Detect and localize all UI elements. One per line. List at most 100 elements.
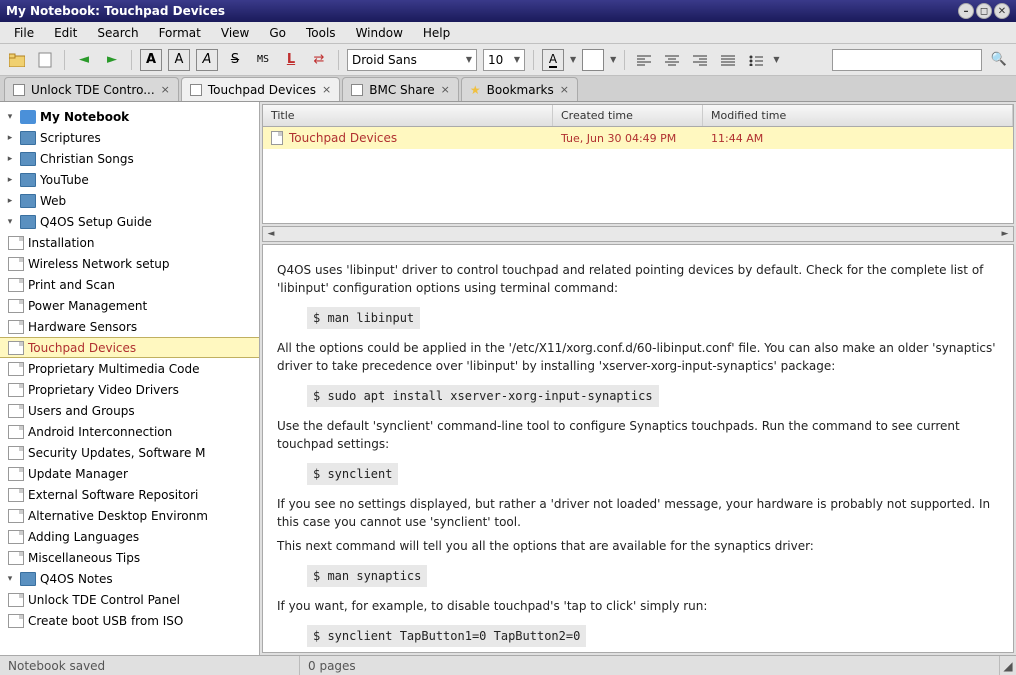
tree-folder[interactable]: ▸ Christian Songs (0, 148, 259, 169)
collapse-icon[interactable]: ▾ (4, 574, 16, 584)
menu-go[interactable]: Go (259, 24, 296, 42)
tree-page[interactable]: Print and Scan (0, 274, 259, 295)
menu-tools[interactable]: Tools (296, 24, 346, 42)
tree-page[interactable]: Wireless Network setup (0, 253, 259, 274)
tree-folder[interactable]: ▸YouTube (0, 169, 259, 190)
align-center-button[interactable] (661, 49, 683, 71)
menu-help[interactable]: Help (413, 24, 460, 42)
status-mid: 0 pages (300, 656, 1000, 675)
doc-paragraph: Use the default 'synclient' command-line… (277, 417, 999, 453)
expand-icon[interactable]: ▸ (4, 196, 16, 206)
tree-page[interactable]: Security Updates, Software M (0, 442, 259, 463)
tab-unlock-tde[interactable]: Unlock TDE Contro... × (4, 77, 179, 101)
close-icon[interactable]: × (441, 83, 450, 96)
tree-page[interactable]: Touchpad Devices (0, 337, 259, 358)
font-color-button[interactable]: A (542, 49, 564, 71)
tree-page[interactable]: Proprietary Video Drivers (0, 379, 259, 400)
tree-page[interactable]: Miscellaneous Tips (0, 547, 259, 568)
tree-folder[interactable]: ▸Web (0, 190, 259, 211)
tree-page[interactable]: Android Interconnection (0, 421, 259, 442)
tab-bookmarks[interactable]: ★ Bookmarks × (461, 77, 578, 101)
highlight-button[interactable]: L (280, 49, 302, 71)
separator (533, 50, 534, 70)
tree-root[interactable]: ▾ My Notebook (0, 106, 259, 127)
list-dropdown[interactable]: ▼ (773, 55, 779, 64)
align-justify-button[interactable] (717, 49, 739, 71)
scroll-right-icon[interactable]: ► (997, 229, 1013, 239)
font-a2-button[interactable]: A (168, 49, 190, 71)
search-icon[interactable]: 🔍 (988, 49, 1010, 71)
folder-icon (20, 572, 36, 586)
collapse-icon[interactable]: ▾ (4, 217, 16, 227)
monospace-button[interactable]: MS (252, 49, 274, 71)
new-folder-button[interactable] (6, 49, 28, 71)
expand-icon[interactable]: ▸ (4, 133, 16, 143)
menu-format[interactable]: Format (149, 24, 211, 42)
horizontal-scrollbar[interactable]: ◄ ► (262, 226, 1014, 242)
col-title[interactable]: Title (263, 105, 553, 126)
tree-page[interactable]: Update Manager (0, 463, 259, 484)
col-created[interactable]: Created time (553, 105, 703, 126)
tree-page[interactable]: Adding Languages (0, 526, 259, 547)
tree-page[interactable]: Create boot USB from ISO (0, 610, 259, 631)
expand-icon[interactable]: ▸ (4, 175, 16, 185)
tab-bmc-share[interactable]: BMC Share × (342, 77, 459, 101)
expand-icon[interactable]: ▸ (4, 154, 16, 164)
list-row[interactable]: Touchpad Devices Tue, Jun 30 04:49 PM 11… (263, 127, 1013, 149)
tree-label: Android Interconnection (28, 425, 172, 439)
tree-label: Installation (28, 236, 94, 250)
tab-touchpad-devices[interactable]: Touchpad Devices × (181, 77, 340, 101)
close-icon[interactable]: × (322, 83, 331, 96)
collapse-icon[interactable]: ▾ (4, 112, 16, 122)
close-button[interactable]: ✕ (994, 3, 1010, 19)
bg-color-button[interactable] (582, 49, 604, 71)
tree-page[interactable]: External Software Repositori (0, 484, 259, 505)
col-modified[interactable]: Modified time (703, 105, 1013, 126)
page-icon (271, 131, 283, 145)
align-left-button[interactable] (633, 49, 655, 71)
sidebar-tree[interactable]: ▾ My Notebook ▸ Scriptures ▸ Christian Song… (0, 102, 260, 655)
font-a3-button[interactable]: A (196, 49, 218, 71)
clear-format-button[interactable]: ⇄ (308, 49, 330, 71)
menu-window[interactable]: Window (346, 24, 413, 42)
new-page-button[interactable] (34, 49, 56, 71)
bg-color-dropdown[interactable]: ▼ (610, 55, 616, 64)
tree-page[interactable]: Power Management (0, 295, 259, 316)
close-icon[interactable]: × (161, 83, 170, 96)
align-right-button[interactable] (689, 49, 711, 71)
title-bar: My Notebook: Touchpad Devices – ◻ ✕ (0, 0, 1016, 22)
tree-label: Print and Scan (28, 278, 115, 292)
resize-grip-icon[interactable]: ◢ (1000, 659, 1016, 673)
tree-label: Christian Songs (40, 152, 134, 166)
search-input[interactable] (832, 49, 982, 71)
tree-page[interactable]: Proprietary Multimedia Code (0, 358, 259, 379)
font-size-select[interactable]: 10▼ (483, 49, 525, 71)
tree-folder[interactable]: ▸ Scriptures (0, 127, 259, 148)
close-icon[interactable]: × (560, 83, 569, 96)
strikethrough-button[interactable]: S (224, 49, 246, 71)
tree-page[interactable]: Users and Groups (0, 400, 259, 421)
tree-page[interactable]: Unlock TDE Control Panel (0, 589, 259, 610)
document-editor[interactable]: Q4OS uses 'libinput' driver to control t… (262, 244, 1014, 653)
scroll-left-icon[interactable]: ◄ (263, 229, 279, 239)
tree-page[interactable]: Hardware Sensors (0, 316, 259, 337)
font-select[interactable]: Droid Sans▼ (347, 49, 477, 71)
tree-page[interactable]: Installation (0, 232, 259, 253)
minimize-button[interactable]: – (958, 3, 974, 19)
menu-view[interactable]: View (211, 24, 259, 42)
font-color-dropdown[interactable]: ▼ (570, 55, 576, 64)
font-a1-button[interactable]: A (140, 49, 162, 71)
tree-folder-setup-guide[interactable]: ▾ Q4OS Setup Guide (0, 211, 259, 232)
bullet-list-button[interactable] (745, 49, 767, 71)
tree-page[interactable]: Alternative Desktop Environm (0, 505, 259, 526)
tree-label: Scriptures (40, 131, 101, 145)
maximize-button[interactable]: ◻ (976, 3, 992, 19)
back-button[interactable]: ◄ (73, 49, 95, 71)
menu-edit[interactable]: Edit (44, 24, 87, 42)
menu-file[interactable]: File (4, 24, 44, 42)
page-icon (351, 84, 363, 96)
menu-search[interactable]: Search (87, 24, 148, 42)
tree-label: Alternative Desktop Environm (28, 509, 208, 523)
tree-folder-notes[interactable]: ▾ Q4OS Notes (0, 568, 259, 589)
forward-button[interactable]: ► (101, 49, 123, 71)
